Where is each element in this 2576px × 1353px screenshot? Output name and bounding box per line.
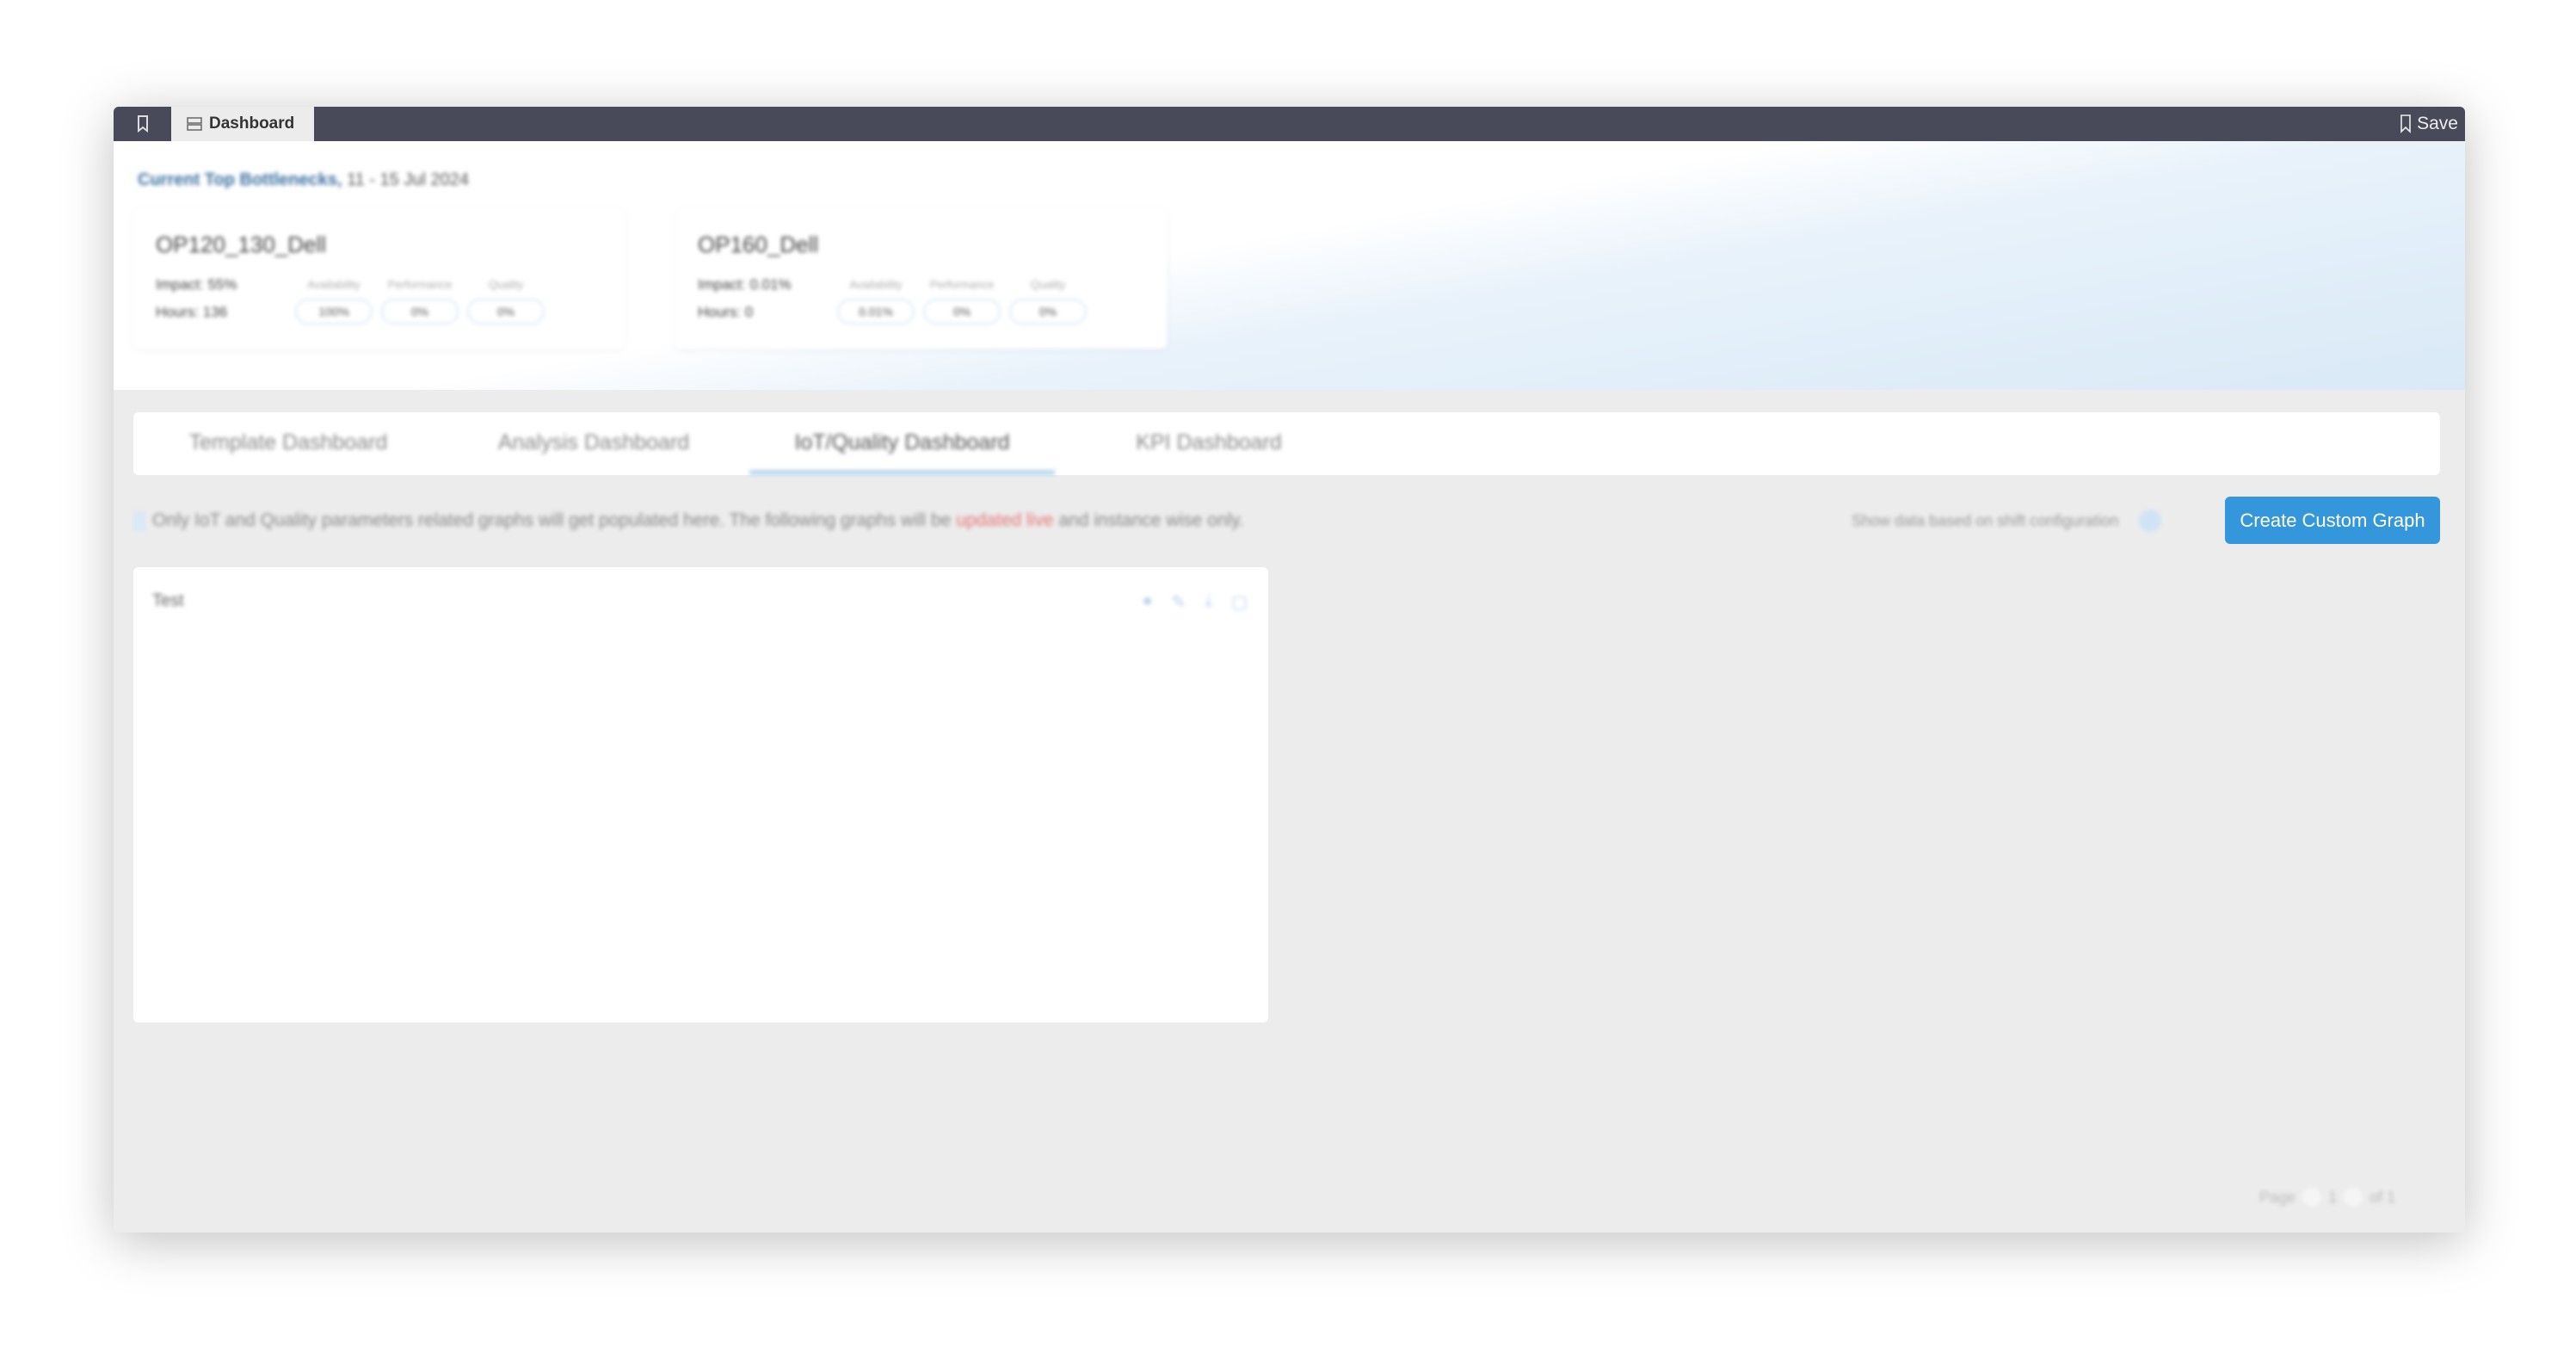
- save-label: Save: [2417, 114, 2458, 133]
- create-custom-graph-button[interactable]: Create Custom Graph: [2225, 497, 2440, 544]
- bookmark-icon: [2400, 114, 2411, 133]
- graph-card: Test ● ✎ ⤓ ▢: [133, 567, 1268, 1022]
- info-icon: [133, 510, 145, 531]
- bottlenecks-header: Current Top Bottlenecks, 11 - 15 Jul 202…: [114, 141, 2465, 390]
- bookmark-icon: [137, 115, 148, 133]
- page-next[interactable]: [2344, 1188, 2363, 1207]
- dashboard-tab[interactable]: Dashboard: [171, 107, 314, 141]
- dashboard-tab-label: Dashboard: [209, 114, 295, 133]
- bottleneck-card[interactable]: OP160_Dell Impact: 0.01% Hours: 0 Availa…: [675, 209, 1167, 349]
- toggle-switch[interactable]: [2139, 510, 2162, 532]
- page-current[interactable]: 1: [2328, 1189, 2337, 1207]
- title-bar: Dashboard Save: [114, 107, 2465, 141]
- tab-analysis-dashboard[interactable]: Analysis Dashboard: [478, 412, 710, 475]
- app-window: Dashboard Save Current Top Bottlenecks, …: [114, 107, 2465, 1233]
- tab-iot-quality-dashboard[interactable]: IoT/Quality Dashboard: [749, 412, 1055, 475]
- info-icon[interactable]: ●: [1142, 591, 1152, 613]
- bottleneck-card[interactable]: OP120_130_Dell Impact: 55% Hours: 136 Av…: [133, 209, 625, 349]
- dashboard-icon: [187, 117, 202, 131]
- shift-config-toggle[interactable]: Show data based on shift configuration: [1852, 510, 2162, 532]
- bottlenecks-title: Current Top Bottlenecks, 11 - 15 Jul 202…: [138, 170, 469, 189]
- download-icon[interactable]: ⤓: [1205, 591, 1212, 613]
- expand-icon[interactable]: ▢: [1231, 591, 1248, 613]
- pagination: Page 1 of 1: [2259, 1188, 2396, 1207]
- tab-template-dashboard[interactable]: Template Dashboard: [168, 412, 409, 475]
- graph-title: Test: [152, 591, 184, 610]
- bookmarks-button[interactable]: [114, 107, 171, 141]
- tab-kpi-dashboard[interactable]: KPI Dashboard: [1106, 412, 1312, 475]
- info-notice: Only IoT and Quality parameters related …: [133, 508, 1244, 534]
- save-button[interactable]: Save: [2400, 107, 2458, 141]
- edit-icon[interactable]: ✎: [1171, 591, 1186, 613]
- dashboard-tabs: Template Dashboard Analysis Dashboard Io…: [133, 412, 2440, 475]
- page-prev[interactable]: [2302, 1188, 2322, 1207]
